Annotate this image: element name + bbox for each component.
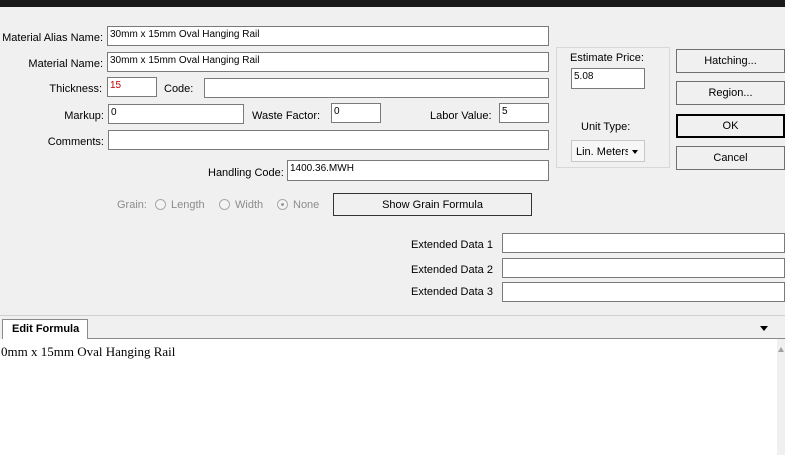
panel-menu-icon[interactable]: [760, 326, 768, 331]
alias-label: Material Alias Name:: [2, 32, 103, 44]
unit-type-select[interactable]: Lin. Meters: [571, 140, 645, 162]
grain-none-label: None: [293, 199, 320, 211]
comments-label: Comments:: [47, 136, 104, 148]
hatching-button[interactable]: Hatching...: [676, 49, 785, 73]
markup-label: Markup:: [64, 110, 104, 122]
unit-type-label: Unit Type:: [581, 121, 631, 133]
material-name-label: Material Name:: [28, 58, 103, 70]
grain-length-radio[interactable]: [155, 199, 166, 210]
material-name-input[interactable]: 30mm x 15mm Oval Hanging Rail: [107, 52, 549, 72]
section-divider: [0, 315, 785, 316]
formula-editor[interactable]: 0mm x 15mm Oval Hanging Rail: [0, 339, 777, 455]
grain-width-radio[interactable]: [219, 199, 230, 210]
region-button[interactable]: Region...: [676, 81, 785, 105]
extended-data-2-input[interactable]: [502, 258, 785, 278]
grain-length-label: Length: [171, 199, 205, 211]
grain-width-label: Width: [235, 199, 264, 211]
chevron-down-icon: [632, 150, 638, 154]
thickness-input[interactable]: 15: [107, 77, 157, 97]
grain-label: Grain:: [117, 199, 147, 211]
thickness-label: Thickness:: [49, 83, 102, 95]
handling-code-input[interactable]: 1400.36.MWH: [287, 160, 549, 181]
handling-code-label: Handling Code:: [208, 167, 284, 179]
labor-value-label: Labor Value:: [430, 110, 492, 122]
scroll-up-icon[interactable]: [778, 347, 784, 352]
cancel-button[interactable]: Cancel: [676, 146, 785, 170]
alias-input[interactable]: 30mm x 15mm Oval Hanging Rail: [107, 26, 549, 46]
comments-input[interactable]: [108, 130, 549, 150]
code-input[interactable]: [204, 78, 549, 98]
formula-scrollbar[interactable]: [777, 339, 785, 455]
labor-value-input[interactable]: 5: [499, 103, 549, 123]
formula-text: 0mm x 15mm Oval Hanging Rail: [1, 344, 176, 359]
extended-data-1-label: Extended Data 1: [411, 239, 493, 251]
estimate-price-label: Estimate Price:: [570, 52, 644, 64]
code-label: Code:: [164, 83, 194, 95]
extended-data-3-input[interactable]: [502, 282, 785, 302]
extended-data-1-input[interactable]: [502, 233, 785, 253]
extended-data-2-label: Extended Data 2: [411, 264, 493, 276]
show-grain-formula-button[interactable]: Show Grain Formula: [333, 193, 532, 216]
tab-edit-formula-label: Edit Formula: [12, 323, 80, 335]
estimate-price-input[interactable]: 5.08: [571, 68, 645, 89]
ok-button[interactable]: OK: [676, 114, 785, 138]
tab-edit-formula[interactable]: Edit Formula: [2, 319, 88, 339]
markup-input[interactable]: 0: [108, 104, 244, 124]
title-bar: [0, 0, 785, 7]
unit-type-value: Lin. Meters: [576, 146, 628, 158]
grain-none-radio[interactable]: [277, 199, 288, 210]
extended-data-3-label: Extended Data 3: [411, 286, 493, 298]
waste-factor-input[interactable]: 0: [331, 103, 381, 123]
waste-factor-label: Waste Factor:: [252, 110, 321, 122]
